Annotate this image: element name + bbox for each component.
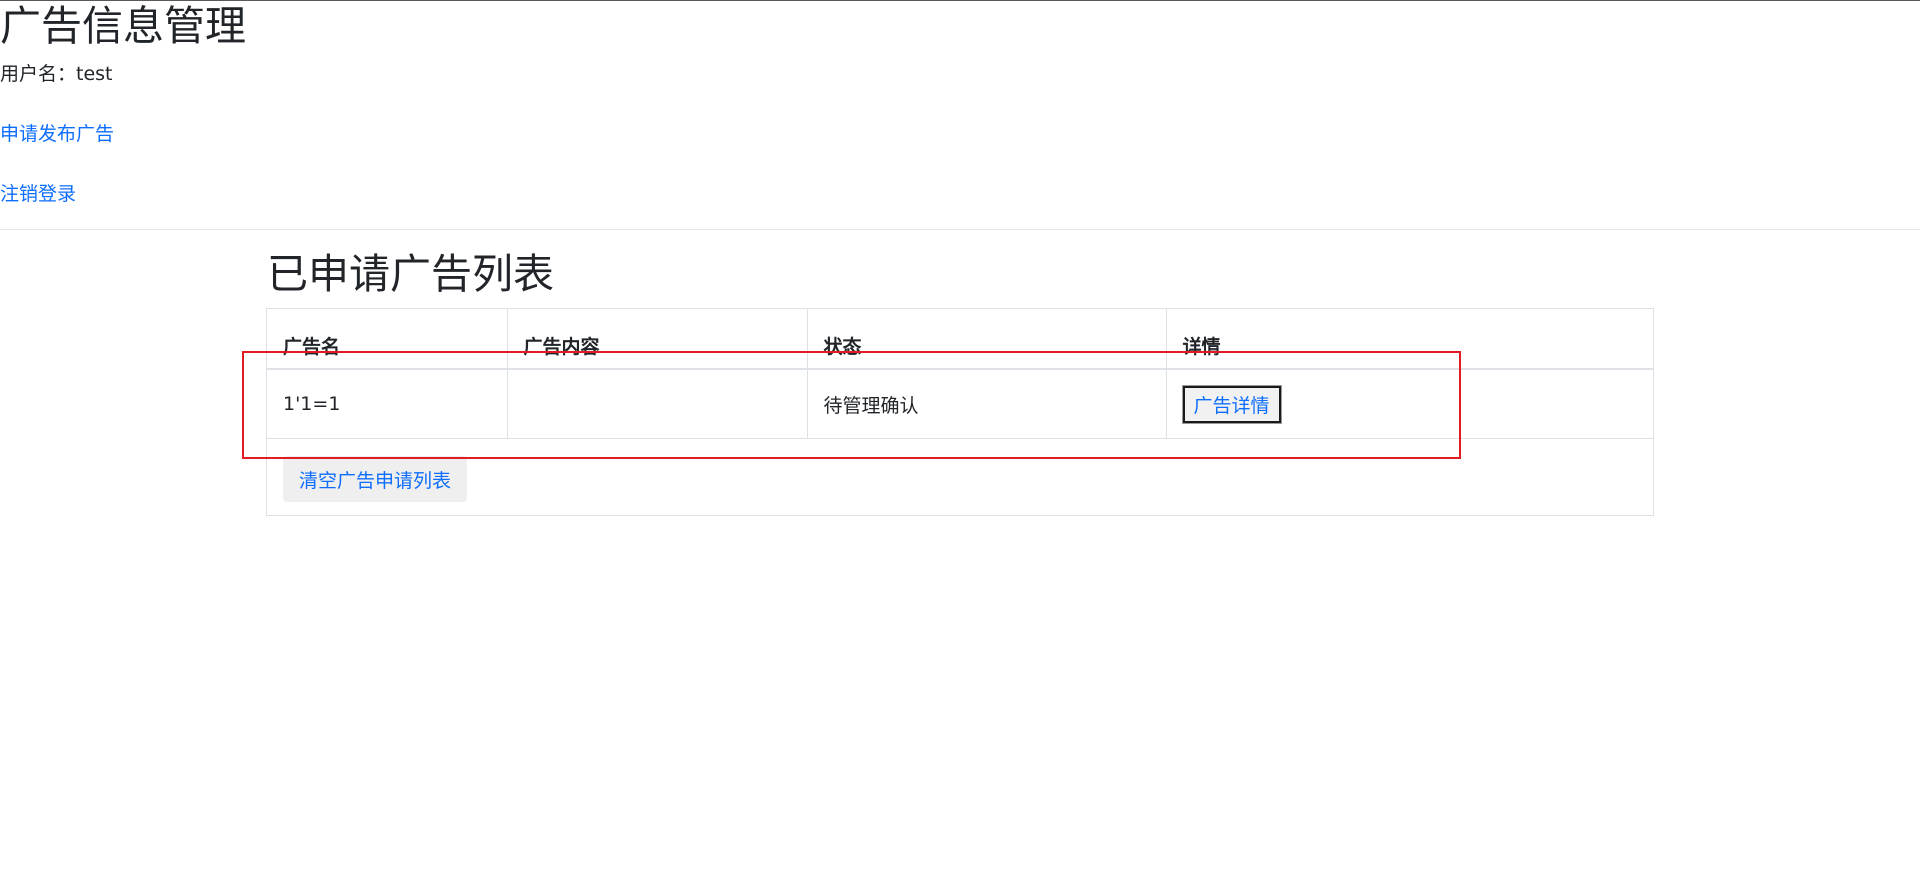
column-header-ad-name: 广告名 [267, 309, 508, 370]
ad-list-table: 广告名 广告内容 状态 详情 1'1=1 待管理确认 广告详情 [267, 309, 1653, 439]
table-row: 1'1=1 待管理确认 广告详情 [267, 369, 1653, 439]
column-header-detail: 详情 [1166, 309, 1653, 370]
header-divider [0, 229, 1920, 230]
cell-status: 待管理确认 [807, 369, 1167, 439]
ad-detail-button[interactable]: 广告详情 [1181, 384, 1282, 424]
logout-link[interactable]: 注销登录 [0, 182, 76, 206]
username-label: 用户名：test [0, 63, 113, 85]
column-header-status: 状态 [807, 309, 1167, 370]
apply-ad-link[interactable]: 申请发布广告 [0, 122, 114, 146]
clear-ad-list-button[interactable]: 清空广告申请列表 [283, 456, 468, 502]
top-border-line [0, 0, 1920, 1]
ad-list-title: 已申请广告列表 [267, 250, 554, 298]
cell-detail: 广告详情 [1166, 369, 1653, 439]
page-title: 广告信息管理 [0, 2, 246, 50]
column-header-ad-content: 广告内容 [507, 309, 808, 370]
cell-ad-content [507, 369, 808, 439]
cell-ad-name: 1'1=1 [267, 369, 508, 439]
table-header-row: 广告名 广告内容 状态 详情 [267, 309, 1653, 370]
ad-list-panel: 广告名 广告内容 状态 详情 1'1=1 待管理确认 广告详情 清空广告申请列表 [266, 308, 1654, 516]
